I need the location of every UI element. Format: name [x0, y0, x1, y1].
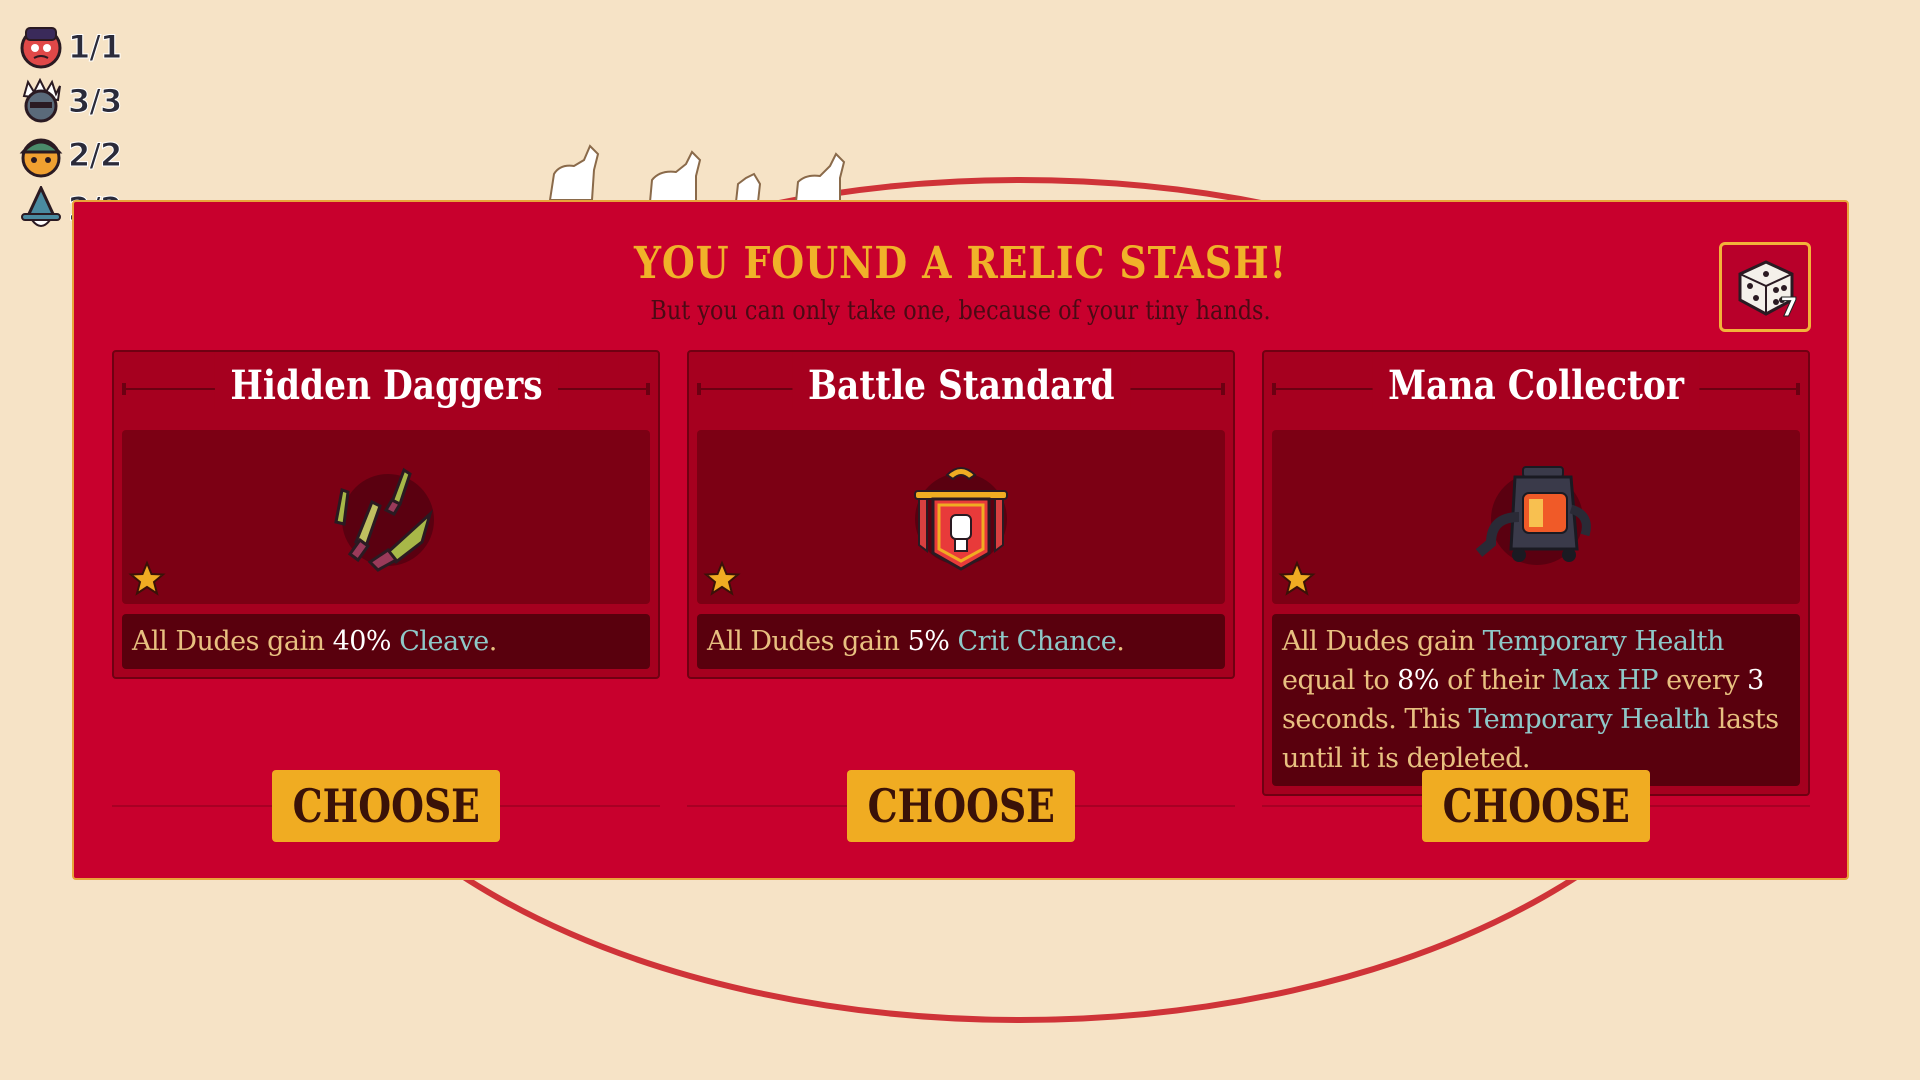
- spiky-dude-icon: [22, 78, 61, 123]
- choose-row: CHOOSE: [687, 770, 1235, 842]
- card-art: [122, 430, 650, 604]
- panel-subtitle: But you can only take one, because of yo…: [650, 296, 1271, 326]
- reroll-count: 7: [1779, 293, 1798, 324]
- rarity-star-icon: [128, 560, 166, 596]
- card-description: All Dudes gain 5% Crit Chance.: [697, 614, 1225, 669]
- vacuum-icon: [1475, 466, 1591, 565]
- relic-card-battle-standard[interactable]: Battle Standard All Dudes gain 5% Crit C…: [687, 350, 1235, 679]
- reroll-button[interactable]: 7: [1719, 242, 1811, 332]
- roster-entry[interactable]: 1/1: [18, 20, 123, 74]
- card-description: All Dudes gain Temporary Health equal to…: [1272, 614, 1800, 786]
- choose-row: CHOOSE: [112, 770, 660, 842]
- roster-count: 1/1: [67, 28, 122, 67]
- card-title: Battle Standard: [792, 352, 1130, 409]
- card-header: Mana Collector: [1264, 352, 1808, 430]
- roster-entry[interactable]: 2/2: [18, 128, 123, 182]
- choose-button-hidden-daggers[interactable]: CHOOSE: [272, 770, 500, 842]
- choose-button-battle-standard[interactable]: CHOOSE: [847, 770, 1075, 842]
- helmet-dude-icon: [19, 138, 63, 178]
- wizard-dude-icon: [21, 186, 61, 227]
- red-dude-icon: [20, 27, 62, 69]
- daggers-icon: [334, 467, 434, 572]
- card-description: All Dudes gain 40% Cleave.: [122, 614, 650, 669]
- panel-title: YOU FOUND A RELIC STASH!: [633, 238, 1288, 289]
- choose-button-mana-collector[interactable]: CHOOSE: [1422, 770, 1650, 842]
- card-art: [1272, 430, 1800, 604]
- horses-sprite: [548, 144, 846, 202]
- rarity-star-icon: [703, 560, 741, 596]
- choose-row: CHOOSE: [1262, 770, 1810, 842]
- relic-card-hidden-daggers[interactable]: Hidden Daggers All Dudes gain 40% Cleave…: [112, 350, 660, 679]
- card-title: Mana Collector: [1372, 352, 1700, 409]
- card-header: Hidden Daggers: [114, 352, 658, 430]
- roster-count: 2/2: [67, 136, 122, 175]
- relic-card-mana-collector[interactable]: Mana Collector All Dudes gain Temporary …: [1262, 350, 1810, 796]
- card-header: Battle Standard: [689, 352, 1233, 430]
- roster-entry[interactable]: 3/3: [18, 74, 123, 128]
- rarity-star-icon: [1278, 560, 1316, 596]
- card-art: [697, 430, 1225, 604]
- relic-stash-panel: YOU FOUND A RELIC STASH! But you can onl…: [72, 200, 1849, 880]
- roster-count: 3/3: [67, 82, 122, 121]
- banner-icon: [914, 467, 1008, 571]
- card-title: Hidden Daggers: [214, 352, 558, 409]
